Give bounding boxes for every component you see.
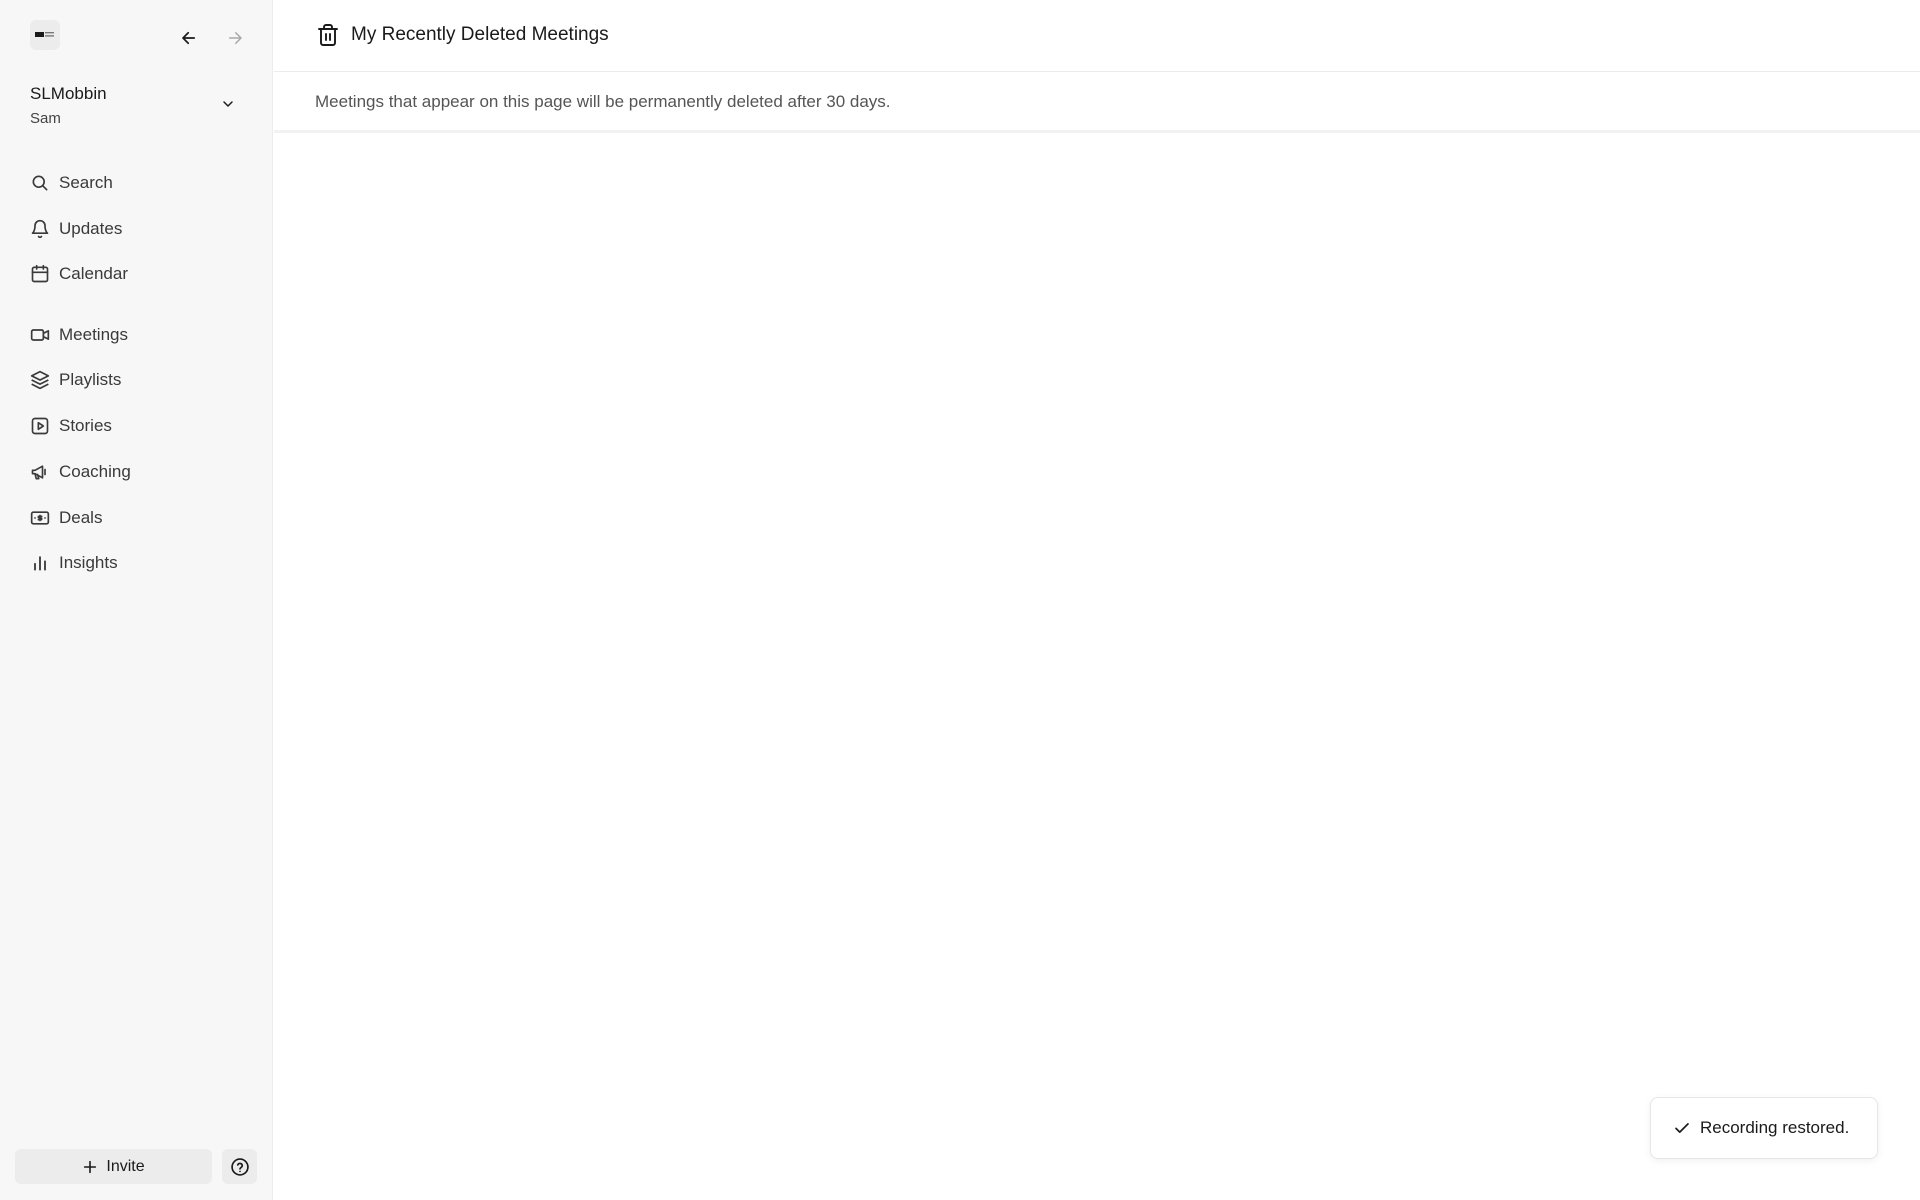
sidebar-item-calendar[interactable]: Calendar: [14, 255, 259, 293]
play-square-icon: [29, 415, 51, 437]
page-title: My Recently Deleted Meetings: [351, 24, 609, 45]
search-icon: [29, 172, 51, 194]
check-icon: [1673, 1119, 1691, 1137]
sidebar-item-label: Calendar: [59, 264, 128, 283]
invite-label: Invite: [106, 1157, 145, 1175]
sidebar-item-insights[interactable]: Insights: [14, 544, 259, 582]
sidebar-item-label: Coaching: [59, 462, 131, 481]
app-logo[interactable]: [30, 20, 60, 50]
toast-message: Recording restored.: [1700, 1118, 1850, 1137]
help-circle-icon: [230, 1157, 250, 1177]
money-icon: [29, 507, 51, 529]
sidebar-item-label: Stories: [59, 416, 112, 435]
help-button[interactable]: [222, 1149, 257, 1184]
bell-icon: [29, 218, 51, 240]
sidebar-item-meetings[interactable]: Meetings: [14, 316, 259, 354]
back-arrow-icon[interactable]: [174, 24, 204, 52]
sidebar: SLMobbin Sam Search Updates Calendar Mee…: [0, 0, 273, 1200]
sidebar-item-search[interactable]: Search: [14, 164, 259, 202]
page-header: My Recently Deleted Meetings: [274, 0, 1920, 72]
megaphone-icon: [29, 461, 51, 483]
sidebar-item-coaching[interactable]: Coaching: [14, 453, 259, 491]
sidebar-item-label: Meetings: [59, 325, 128, 344]
plus-icon: [82, 1159, 98, 1175]
sidebar-item-playlists[interactable]: Playlists: [14, 361, 259, 399]
sidebar-item-updates[interactable]: Updates: [14, 210, 259, 248]
sidebar-item-label: Updates: [59, 219, 123, 238]
workspace-name: SLMobbin: [30, 84, 107, 103]
workspace-user: Sam: [30, 110, 61, 127]
sidebar-item-deals[interactable]: Deals: [14, 499, 259, 537]
video-icon: [29, 324, 51, 346]
toast-notification: Recording restored.: [1650, 1097, 1878, 1159]
bar-chart-icon: [29, 552, 51, 574]
chevron-down-icon: [220, 96, 236, 117]
workspace-switcher[interactable]: SLMobbin Sam: [30, 82, 250, 132]
calendar-icon: [29, 263, 51, 285]
trash-icon: [316, 22, 340, 53]
sidebar-item-label: Search: [59, 173, 113, 192]
notice-text: Meetings that appear on this page will b…: [315, 92, 891, 111]
invite-button[interactable]: Invite: [15, 1149, 212, 1184]
layers-icon: [29, 369, 51, 391]
sidebar-item-label: Deals: [59, 508, 103, 527]
sidebar-item-label: Playlists: [59, 370, 122, 389]
sidebar-item-label: Insights: [59, 553, 118, 572]
sidebar-item-stories[interactable]: Stories: [14, 407, 259, 445]
retention-notice: Meetings that appear on this page will b…: [274, 72, 1920, 133]
forward-arrow-icon[interactable]: [220, 24, 250, 52]
